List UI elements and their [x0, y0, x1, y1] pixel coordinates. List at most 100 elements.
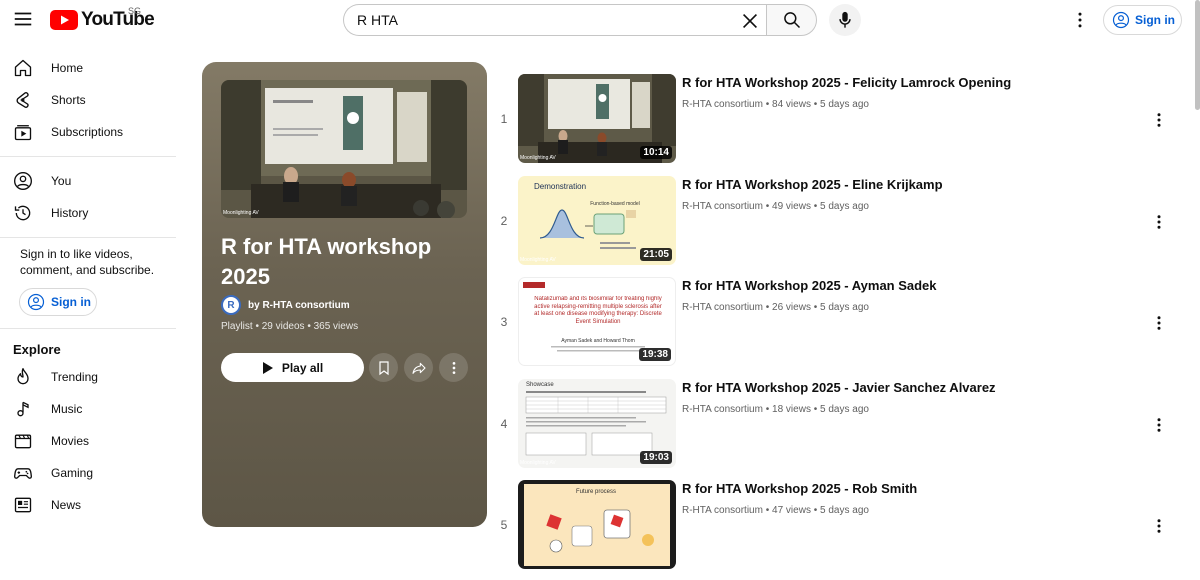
- video-more-button[interactable]: [1149, 415, 1169, 435]
- video-views: 18 views: [772, 403, 811, 415]
- video-meta: R-HTA consortium • 47 views • 5 days ago: [682, 505, 869, 516]
- play-icon: [262, 361, 273, 374]
- share-button[interactable]: [404, 353, 433, 382]
- video-duration: 19:38: [639, 348, 671, 362]
- sidebar-item-label: Movies: [51, 434, 90, 448]
- video-channel[interactable]: R-HTA consortium: [682, 302, 763, 313]
- page-scrollbar[interactable]: [1195, 0, 1200, 110]
- video-row[interactable]: 5 Future process R for HTA Workshop 2025…: [492, 478, 1192, 580]
- search-input[interactable]: [357, 12, 717, 28]
- video-more-button[interactable]: [1149, 313, 1169, 333]
- video-channel[interactable]: R-HTA consortium: [682, 505, 763, 516]
- playlist-title: R for HTA workshop 2025: [221, 234, 432, 289]
- video-thumbnail[interactable]: Natalizumab and its biosimilar for treat…: [518, 277, 676, 367]
- video-title[interactable]: R for HTA Workshop 2025 - Felicity Lamro…: [682, 75, 1011, 90]
- share-icon: [411, 362, 426, 374]
- video-meta: R-HTA consortium • 84 views • 5 days ago: [682, 99, 869, 110]
- video-channel[interactable]: R-HTA consortium: [682, 201, 763, 212]
- meta-separator: •: [765, 99, 770, 110]
- more-vertical-icon: [452, 361, 455, 374]
- explore-heading: Explore: [13, 341, 61, 357]
- video-thumbnail[interactable]: Future process: [518, 480, 676, 570]
- playlist-more-button[interactable]: [439, 353, 468, 382]
- playlist-owner[interactable]: R by R-HTA consortium: [221, 295, 350, 315]
- more-vertical-icon: [1157, 418, 1161, 432]
- sidebar-item-label: News: [51, 498, 82, 512]
- video-views: 84 views: [772, 99, 811, 110]
- music-icon: [17, 401, 29, 417]
- search-icon: [783, 12, 800, 29]
- video-more-button[interactable]: [1149, 516, 1169, 536]
- video-channel[interactable]: R-HTA consortium: [682, 404, 763, 415]
- video-row[interactable]: 2 Demonstration Function-based model Moo…: [492, 174, 1192, 276]
- more-options-icon[interactable]: [1070, 10, 1090, 30]
- sidebar-item-music[interactable]: Music: [0, 393, 176, 425]
- video-age: 5 days ago: [820, 99, 869, 110]
- search-button[interactable]: [766, 4, 817, 36]
- video-index: 2: [500, 213, 508, 228]
- video-title[interactable]: R for HTA Workshop 2025 - Eline Krijkamp: [682, 177, 943, 192]
- video-views: 49 views: [772, 200, 811, 212]
- sidebar-item-gaming[interactable]: Gaming: [0, 457, 176, 489]
- lecture-hall-image: [221, 80, 467, 218]
- video-more-button[interactable]: [1149, 212, 1169, 232]
- video-row[interactable]: 3 Natalizumab and its biosimilar for tre…: [492, 275, 1192, 377]
- account-icon: [14, 172, 32, 190]
- sidebar-item-history[interactable]: History: [0, 197, 176, 229]
- news-icon: [14, 497, 32, 513]
- meta-separator: •: [813, 302, 818, 314]
- video-meta: R-HTA consortium • 18 views • 5 days ago: [682, 404, 869, 415]
- sidebar-item-shorts[interactable]: Shorts: [0, 84, 176, 116]
- meta-separator: •: [813, 99, 818, 110]
- play-all-button[interactable]: Play all: [221, 353, 364, 382]
- microphone-icon: [839, 11, 851, 28]
- video-meta: R-HTA consortium • 26 views • 5 days ago: [682, 302, 869, 313]
- sidebar-item-label: Home: [51, 61, 84, 75]
- video-thumbnail[interactable]: Moonlighting AV 10:14: [518, 74, 676, 163]
- sign-in-label: Sign in: [1135, 13, 1175, 27]
- clear-search-icon[interactable]: [739, 10, 761, 32]
- sidebar-item-you[interactable]: You: [0, 165, 176, 197]
- sidebar-item-trending[interactable]: Trending: [0, 361, 176, 393]
- thumbnail-watermark: Moonlighting AV: [521, 357, 557, 364]
- sign-in-prompt: Sign in to like videos, comment, and sub…: [20, 247, 155, 277]
- video-index: 1: [500, 112, 508, 126]
- video-thumbnail[interactable]: Demonstration Function-based model Moonl…: [518, 175, 676, 265]
- home-icon: [14, 59, 32, 77]
- gaming-icon: [13, 468, 33, 479]
- sign-in-button[interactable]: Sign in: [1103, 5, 1182, 35]
- video-index: 3: [500, 315, 508, 330]
- video-index: 4: [500, 416, 508, 431]
- sidebar-item-movies[interactable]: Movies: [0, 425, 176, 457]
- video-title[interactable]: R for HTA Workshop 2025 - Rob Smith: [682, 481, 917, 496]
- meta-separator: •: [813, 200, 818, 212]
- sidebar-sign-in-button[interactable]: Sign in: [19, 288, 97, 316]
- sidebar-item-label: Gaming: [51, 466, 94, 480]
- video-channel[interactable]: R-HTA consortium: [682, 99, 763, 110]
- sidebar-item-label: Music: [51, 402, 83, 416]
- sidebar-item-label: Shorts: [51, 93, 86, 107]
- sidebar-item-label: History: [51, 206, 89, 220]
- sidebar-divider: [0, 156, 176, 157]
- menu-icon[interactable]: [12, 8, 34, 30]
- video-row[interactable]: 4 Showcase Moonlighting AV 19:03 R for H…: [492, 377, 1192, 479]
- sidebar-item-home[interactable]: Home: [0, 52, 176, 84]
- video-more-button[interactable]: [1149, 110, 1169, 130]
- meta-separator: •: [765, 200, 770, 212]
- sidebar-item-news[interactable]: News: [0, 489, 176, 521]
- more-vertical-icon: [1157, 316, 1161, 330]
- youtube-logo[interactable]: YouTube SG: [50, 6, 155, 31]
- playlist-thumbnail[interactable]: Moonlighting AV: [221, 80, 467, 218]
- video-index: 5: [500, 518, 508, 533]
- video-title[interactable]: R for HTA Workshop 2025 - Ayman Sadek: [682, 278, 937, 293]
- logo-wordmark: YouTube: [81, 9, 155, 30]
- video-thumbnail[interactable]: Showcase Moonlighting AV 19:03: [518, 378, 676, 468]
- voice-search-button[interactable]: [829, 4, 861, 36]
- meta-separator: •: [765, 505, 770, 517]
- save-playlist-button[interactable]: [369, 353, 398, 382]
- sidebar-divider: [0, 328, 176, 329]
- sidebar-item-subscriptions[interactable]: Subscriptions: [0, 116, 176, 148]
- video-title[interactable]: R for HTA Workshop 2025 - Javier Sanchez…: [682, 380, 996, 395]
- video-row[interactable]: 1 Moonlighting AV 10:14 R for HTA Worksh…: [492, 72, 1192, 174]
- movies-icon: [14, 434, 32, 449]
